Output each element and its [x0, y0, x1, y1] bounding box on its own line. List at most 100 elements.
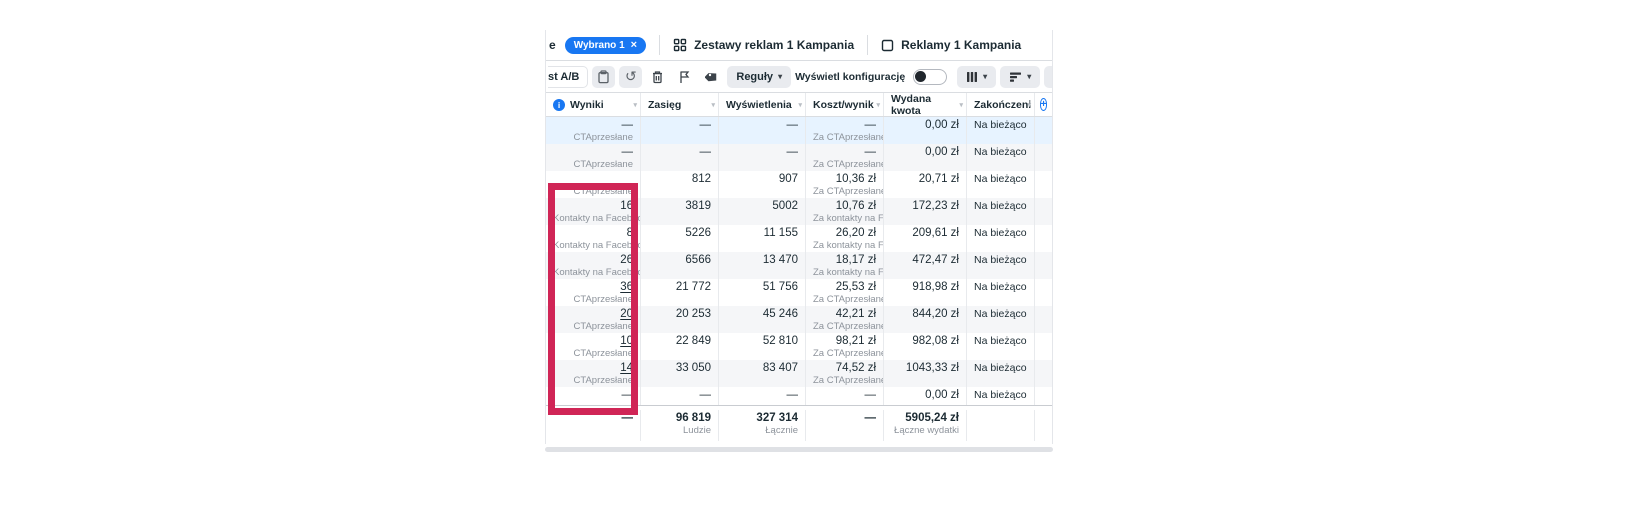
total-wydana-sublabel: Łączne wydatki [891, 425, 959, 436]
tab-ads-label: Reklamy 1 Kampania [901, 38, 1021, 52]
clipboard-icon [597, 70, 610, 84]
reports-button[interactable]: Raporty ▾ [1044, 66, 1052, 88]
wyswietlenia-value: — [726, 119, 798, 132]
info-icon[interactable]: i [553, 99, 565, 111]
column-label: Koszt/wynik [813, 99, 874, 111]
wyniki-sublabel: CTAprzesłane [553, 132, 633, 143]
koszt-sublabel: Za kontakty na Face.. [813, 240, 876, 251]
column-label: Wyniki [570, 99, 604, 111]
koszt-value: 18,17 zł [813, 254, 876, 267]
adsets-grid-icon [673, 38, 687, 52]
ad-square-icon [881, 39, 894, 52]
chevron-down-icon: ▾ [1027, 73, 1031, 81]
add-column-cell[interactable]: + [1035, 93, 1052, 116]
koszt-value: 25,53 zł [813, 281, 876, 294]
tab-ad-sets-label: Zestawy reklam 1 Kampania [694, 38, 854, 52]
columns-icon [966, 71, 978, 83]
table-row[interactable]: — CTAprzesłane — — — Za CTAprzesłane 0,0… [546, 144, 1052, 171]
zasieg-value: 22 849 [648, 335, 711, 348]
configuration-toggle[interactable] [913, 69, 947, 85]
tab-ads[interactable]: Reklamy 1 Kampania [868, 30, 1034, 60]
sort-caret-icon[interactable]: ▾ [959, 101, 963, 109]
sort-caret-icon[interactable]: ▾ [798, 101, 802, 109]
plus-circle-icon[interactable]: + [1040, 98, 1048, 111]
column-header-zasieg[interactable]: Zasięg ▾ [641, 93, 719, 116]
zakonczenie-value: Na bieżąco [974, 308, 1027, 321]
koszt-sublabel: Za CTAprzesłane [813, 375, 876, 386]
horizontal-scrollbar[interactable] [545, 447, 1053, 452]
zasieg-value: — [648, 119, 711, 132]
total-wyswietlenia: 327 314 [726, 412, 798, 425]
koszt-sublabel: Za kontakty na Face.. [813, 267, 876, 278]
wyswietlenia-value: — [726, 146, 798, 159]
column-header-koszt-wynik[interactable]: Koszt/wynik ▾ [806, 93, 884, 116]
total-koszt: — [813, 412, 876, 425]
wydana-value: 0,00 zł [891, 119, 959, 132]
zasieg-value: — [648, 389, 711, 402]
koszt-value: — [813, 389, 876, 402]
koszt-sublabel: Za CTAprzesłane [813, 159, 876, 170]
koszt-value: 98,21 zł [813, 335, 876, 348]
total-wyswietlenia-sublabel: Łącznie [726, 425, 798, 436]
wyswietlenia-value: 11 155 [726, 227, 798, 240]
koszt-sublabel: Za CTAprzesłane [813, 132, 876, 143]
zasieg-value: 33 050 [648, 362, 711, 375]
wydana-value: 918,98 zł [891, 281, 959, 294]
wyswietlenia-value: — [726, 389, 798, 402]
koszt-sublabel: Za kontakty na Face.. [813, 213, 876, 224]
rules-button[interactable]: Reguły ▾ [727, 66, 791, 88]
wydana-value: 982,08 zł [891, 335, 959, 348]
tab-campaigns[interactable]: e Wybrano 1 × [546, 30, 659, 60]
zakonczenie-value: Na bieżąco [974, 389, 1027, 402]
duplicate-button[interactable] [592, 66, 615, 88]
koszt-value: 10,76 zł [813, 200, 876, 213]
wyswietlenia-value: 13 470 [726, 254, 798, 267]
sort-caret-icon[interactable]: ▾ [876, 101, 880, 109]
column-header-wyniki[interactable]: i Wyniki ▾ [546, 93, 641, 116]
zasieg-value: 5226 [648, 227, 711, 240]
pin-button[interactable] [673, 66, 696, 88]
wydana-value: 20,71 zł [891, 173, 959, 186]
ab-test-button-partial[interactable]: st A/B [548, 66, 588, 88]
delete-button[interactable] [646, 66, 669, 88]
breakdown-button[interactable]: ▾ [1000, 66, 1040, 88]
zakonczenie-value: Na bieżąco [974, 200, 1027, 213]
sort-caret-icon[interactable]: ▾ [711, 101, 715, 109]
table-header: i Wyniki ▾ Zasięg ▾ Wyświetlenia ▾ Koszt… [546, 92, 1052, 117]
wyniki-value: — [553, 119, 633, 132]
sort-caret-icon[interactable]: ▾ [1027, 101, 1031, 109]
table-row[interactable]: — CTAprzesłane — — — Za CTAprzesłane 0,0… [546, 117, 1052, 144]
toolbar: st A/B ↺ [546, 61, 1052, 92]
chevron-down-icon: ▾ [778, 73, 782, 81]
close-icon[interactable]: × [631, 40, 637, 50]
undo-button[interactable]: ↺ [619, 66, 642, 88]
zakonczenie-value: Na bieżąco [974, 281, 1027, 294]
selected-count-badge[interactable]: Wybrano 1 × [565, 37, 646, 54]
zasieg-value: — [648, 146, 711, 159]
column-label: Zasięg [648, 99, 681, 111]
koszt-value: — [813, 119, 876, 132]
column-header-wydana-kwota[interactable]: Wydana kwota ▾ [884, 93, 967, 116]
zakonczenie-value: Na bieżąco [974, 227, 1027, 240]
annotation-highlight-rectangle [548, 183, 638, 415]
ab-test-label: st A/B [548, 71, 579, 83]
column-label: Zakończeni [974, 99, 1031, 111]
column-header-wyswietlenia[interactable]: Wyświetlenia ▾ [719, 93, 806, 116]
zakonczenie-value: Na bieżąco [974, 173, 1027, 186]
zakonczenie-value: Na bieżąco [974, 146, 1027, 159]
total-zasieg-sublabel: Ludzie [648, 425, 711, 436]
sort-caret-icon[interactable]: ▾ [633, 101, 637, 109]
column-header-zakonczenie[interactable]: Zakończeni ▾ [967, 93, 1035, 116]
tab-ad-sets[interactable]: Zestawy reklam 1 Kampania [660, 30, 867, 60]
show-configuration-label: Wyświetl konfigurację [795, 71, 909, 83]
chevron-down-icon: ▾ [983, 73, 987, 81]
columns-button[interactable]: ▾ [957, 66, 996, 88]
zasieg-value: 20 253 [648, 308, 711, 321]
total-wydana: 5905,24 zł [891, 412, 959, 425]
wydana-value: 0,00 zł [891, 146, 959, 159]
tag-button[interactable] [700, 66, 723, 88]
undo-icon: ↺ [625, 70, 637, 83]
column-label: Wydana kwota [891, 93, 959, 116]
wydana-value: 209,61 zł [891, 227, 959, 240]
koszt-value: — [813, 146, 876, 159]
